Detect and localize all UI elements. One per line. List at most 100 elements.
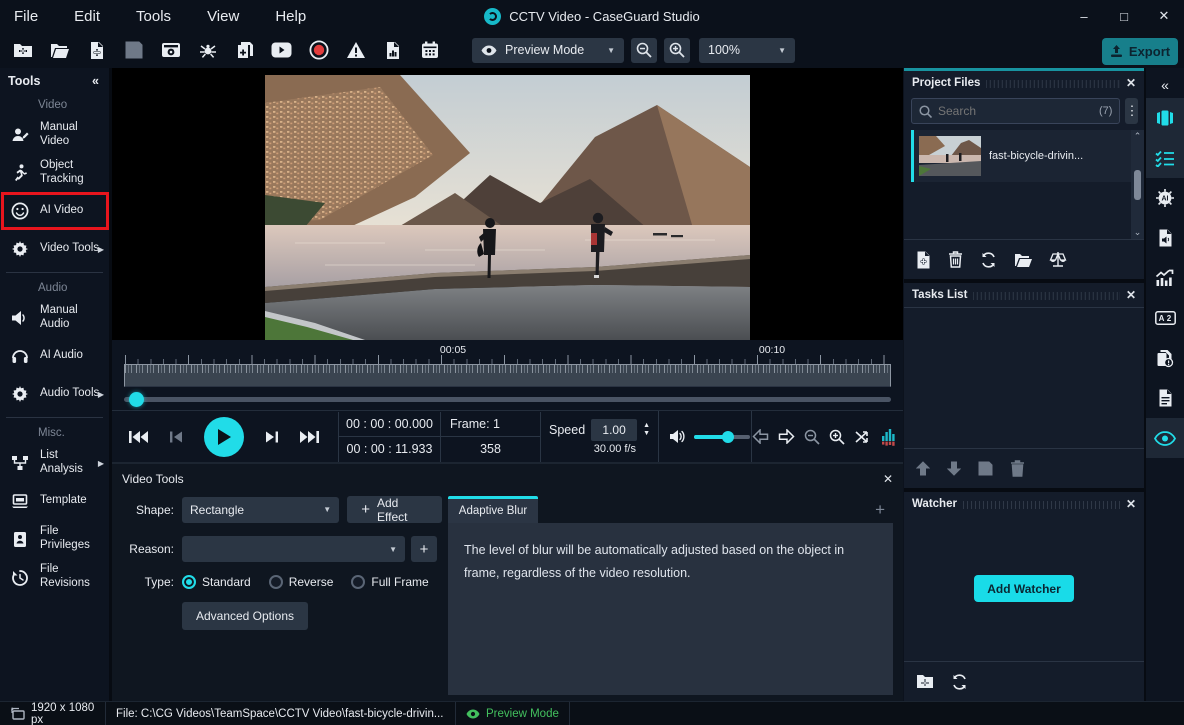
drag-handle[interactable] <box>986 80 1120 88</box>
speed-down-button[interactable]: ▼ <box>643 430 650 437</box>
scroll-thumb[interactable] <box>1134 170 1141 200</box>
move-task-up-button[interactable] <box>916 461 930 476</box>
report-button[interactable] <box>380 38 405 63</box>
scrub-bar[interactable] <box>124 390 891 410</box>
redo-frame-button[interactable] <box>778 429 795 444</box>
menu-tools[interactable]: Tools <box>136 8 171 25</box>
sidebar-item-file-revisions[interactable]: File Revisions <box>0 558 109 596</box>
timeline-zoom-in-icon[interactable] <box>829 429 845 445</box>
close-icon[interactable]: ✕ <box>883 472 893 486</box>
ai-tools-tab[interactable]: AI <box>1146 178 1184 218</box>
compare-files-button[interactable] <box>1049 251 1067 268</box>
drag-handle[interactable] <box>973 292 1120 300</box>
open-location-button[interactable] <box>1014 252 1032 267</box>
radio-full-frame[interactable]: Full Frame <box>351 575 428 589</box>
menu-edit[interactable]: Edit <box>74 8 100 25</box>
new-project-button[interactable] <box>10 38 35 63</box>
collapse-panels-icon[interactable]: « <box>1146 72 1184 98</box>
close-icon[interactable]: ✕ <box>1126 76 1136 90</box>
save-tasks-button[interactable] <box>978 461 993 476</box>
scroll-up-icon[interactable]: ⌃ <box>1134 131 1142 142</box>
close-icon[interactable]: ✕ <box>1126 288 1136 302</box>
license-plate-tab[interactable]: A2 <box>1146 298 1184 338</box>
step-forward-button[interactable] <box>265 430 279 444</box>
file-list-item[interactable]: fast-bicycle-drivin... <box>911 130 1131 182</box>
zoom-level-dropdown[interactable]: 100% ▼ <box>699 38 795 63</box>
scrub-track[interactable] <box>124 397 891 402</box>
add-file-button[interactable] <box>84 38 109 63</box>
add-file-button[interactable] <box>916 251 931 269</box>
undo-frame-button[interactable] <box>752 429 769 444</box>
sidebar-item-manual-audio[interactable]: Manual Audio <box>0 299 109 337</box>
skip-end-button[interactable] <box>300 429 320 445</box>
radio-standard[interactable]: Standard <box>182 575 251 589</box>
delete-file-button[interactable] <box>948 251 963 268</box>
move-task-down-button[interactable] <box>947 461 961 476</box>
audio-waveform[interactable] <box>124 364 891 387</box>
zoom-in-button[interactable] <box>664 38 690 63</box>
file-info-tab[interactable] <box>1146 338 1184 378</box>
audio-file-tab[interactable] <box>1146 218 1184 258</box>
timeline-zoom-out-icon[interactable] <box>804 429 820 445</box>
reason-select[interactable]: ▼ <box>182 536 405 562</box>
sidebar-item-ai-video[interactable]: AI Video <box>0 192 109 230</box>
preview-mode-dropdown[interactable]: Preview Mode ▼ <box>472 38 624 63</box>
archive-button[interactable] <box>158 38 183 63</box>
scroll-down-icon[interactable]: ⌄ <box>1134 227 1142 238</box>
crawler-button[interactable] <box>195 38 220 63</box>
sidebar-item-file-privileges[interactable]: File Privileges <box>0 520 109 558</box>
issues-button[interactable] <box>343 38 368 63</box>
sidebar-item-ai-audio[interactable]: AI Audio <box>0 337 109 375</box>
notes-tab[interactable] <box>1146 378 1184 418</box>
project-files-tab[interactable] <box>1146 98 1184 138</box>
minimize-button[interactable]: – <box>1064 0 1104 32</box>
delete-task-button[interactable] <box>1010 460 1025 477</box>
volume-icon[interactable] <box>669 429 686 444</box>
analytics-tab[interactable] <box>1146 258 1184 298</box>
close-button[interactable]: ✕ <box>1144 0 1184 32</box>
volume-slider[interactable] <box>694 435 750 439</box>
video-canvas[interactable] <box>112 68 903 340</box>
timeline-ruler[interactable]: 00:05 00:10 <box>124 340 891 364</box>
close-icon[interactable]: ✕ <box>1126 497 1136 511</box>
sidebar-item-audio-tools[interactable]: Audio Tools ▶ <box>0 375 109 413</box>
shape-select[interactable]: Rectangle ▼ <box>182 497 339 523</box>
menu-view[interactable]: View <box>207 8 239 25</box>
watcher-tab[interactable] <box>1146 418 1184 458</box>
save-button[interactable] <box>121 38 146 63</box>
add-reason-button[interactable]: + <box>411 536 437 562</box>
export-button[interactable]: Export <box>1102 38 1178 65</box>
files-menu-button[interactable]: ⋮ <box>1125 98 1138 124</box>
sidebar-item-manual-video[interactable]: Manual Video <box>0 116 109 154</box>
zoom-out-button[interactable] <box>631 38 657 63</box>
refresh-watcher-button[interactable] <box>951 674 968 690</box>
audio-levels-icon[interactable] <box>881 428 897 446</box>
sidebar-item-object-tracking[interactable]: Object Tracking <box>0 154 109 192</box>
search-input[interactable] <box>938 104 1093 118</box>
sidebar-item-list-analysis[interactable]: List Analysis ▶ <box>0 444 109 482</box>
skip-start-button[interactable] <box>128 429 148 445</box>
step-back-button[interactable] <box>169 430 183 444</box>
refresh-files-button[interactable] <box>980 252 997 268</box>
drag-handle[interactable] <box>963 501 1120 509</box>
volume-handle[interactable] <box>722 431 734 443</box>
video-export-button[interactable] <box>269 38 294 63</box>
schedule-button[interactable] <box>417 38 442 63</box>
playhead-handle[interactable] <box>129 392 144 407</box>
add-effect-button[interactable]: + Add Effect <box>347 496 442 523</box>
speed-up-button[interactable]: ▲ <box>643 422 650 429</box>
play-button[interactable] <box>204 417 244 457</box>
menu-file[interactable]: File <box>14 8 38 25</box>
detach-arrows-icon[interactable] <box>854 429 872 445</box>
add-watch-folder-button[interactable] <box>916 674 934 689</box>
timeline[interactable]: 00:05 00:10 <box>112 340 903 410</box>
sidebar-item-template[interactable]: Template <box>0 482 109 520</box>
speed-input[interactable]: 1.00 <box>591 419 637 441</box>
record-button[interactable] <box>306 38 331 63</box>
search-box[interactable]: (7) <box>911 98 1120 124</box>
advanced-options-button[interactable]: Advanced Options <box>182 602 308 630</box>
maximize-button[interactable]: □ <box>1104 0 1144 32</box>
add-watcher-button[interactable]: Add Watcher <box>974 575 1074 602</box>
collapse-sidebar-icon[interactable]: « <box>92 74 99 88</box>
menu-help[interactable]: Help <box>275 8 306 25</box>
